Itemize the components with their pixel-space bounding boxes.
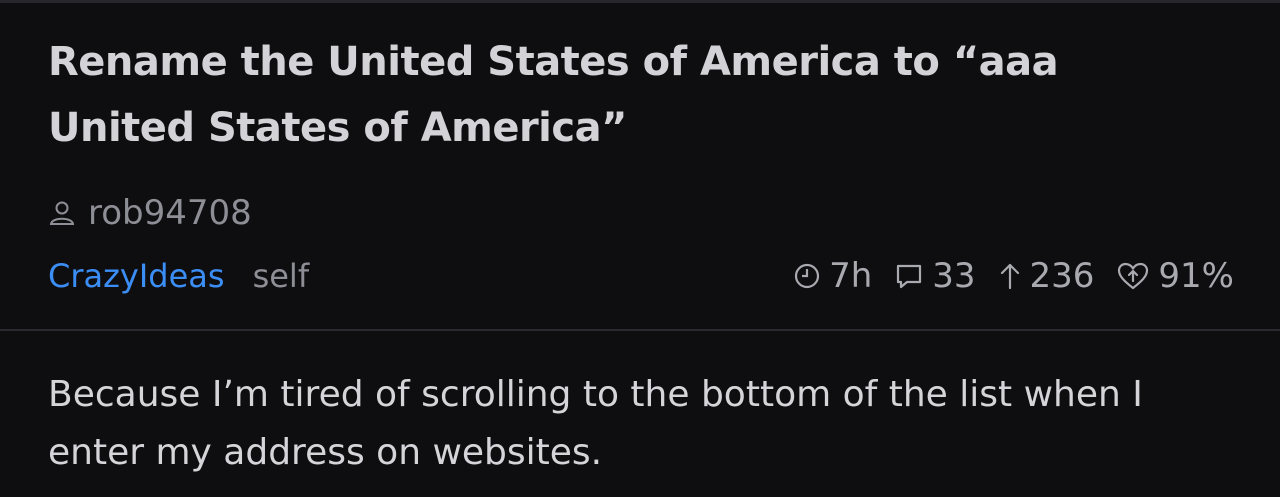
meta-left: CrazyIdeas self [48, 257, 309, 295]
heart-upvote-icon [1116, 261, 1150, 291]
comment-bubble-icon [894, 261, 924, 291]
post-domain: self [252, 257, 310, 295]
age-stat: 7h [793, 256, 872, 296]
post-stats: 7h 33 236 91% [793, 256, 1234, 296]
meta-row: CrazyIdeas self 7h 33 236 91% [48, 253, 1234, 299]
divider [0, 329, 1280, 331]
post-body: Because I’m tired of scrolling to the bo… [48, 374, 1143, 473]
post-age: 7h [829, 256, 873, 296]
upvote-ratio: 91% [1158, 256, 1234, 296]
comments-stat[interactable]: 33 [894, 256, 976, 296]
subreddit-link[interactable]: CrazyIdeas [48, 257, 225, 295]
post-title[interactable]: Rename the United States of America to “… [48, 29, 1208, 161]
upvote-ratio-stat: 91% [1116, 256, 1234, 296]
post-header: Rename the United States of America to “… [0, 3, 1280, 329]
score-count: 236 [1029, 256, 1095, 296]
author-name[interactable]: rob94708 [88, 193, 252, 233]
score-stat[interactable]: 236 [998, 256, 1095, 296]
comment-count: 33 [932, 256, 976, 296]
clock-icon [793, 262, 821, 290]
up-arrow-icon [998, 261, 1022, 291]
person-icon [48, 199, 76, 227]
author-row[interactable]: rob94708 [48, 191, 252, 235]
